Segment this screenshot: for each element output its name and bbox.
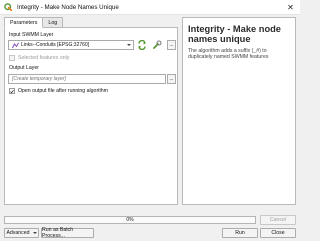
tab-parameters[interactable]: Parameters: [4, 17, 44, 28]
open-output-label: Open output file after running algorithm: [18, 88, 108, 94]
help-panel: Integrity - Make node names unique The a…: [182, 17, 296, 205]
advanced-button[interactable]: Advanced: [4, 228, 39, 238]
selected-only-label: Selected features only: [18, 55, 70, 61]
qgis-logo-icon: [4, 3, 12, 11]
close-icon[interactable]: ✕: [285, 2, 296, 13]
iterate-features-icon[interactable]: [136, 39, 147, 50]
progress-text: 0%: [126, 217, 134, 223]
wrench-icon[interactable]: [151, 39, 162, 50]
progress-bar: 0%: [4, 216, 256, 224]
checkmark-icon: [10, 89, 14, 93]
title-bar: Integrity - Make Node Names Unique ✕: [0, 0, 300, 15]
run-batch-button[interactable]: Run as Batch Process...: [41, 227, 94, 239]
advanced-label: Advanced: [6, 230, 30, 236]
cancel-button[interactable]: Cancel: [260, 215, 296, 225]
chevron-down-icon: [32, 232, 37, 234]
help-description: The algorithm adds a suffix (_#) to dupl…: [188, 48, 269, 61]
help-title: Integrity - Make node names unique: [188, 24, 281, 44]
input-layer-label: Input SWMM Layer: [9, 32, 54, 38]
selected-only-checkbox[interactable]: [9, 55, 15, 61]
input-layer-value: Links--Conduits [EPSG:32760]: [21, 42, 90, 48]
open-output-checkbox[interactable]: [9, 88, 15, 94]
output-layer-field[interactable]: [8, 74, 166, 84]
chevron-down-icon: [127, 44, 131, 46]
input-browse-button[interactable]: ...: [167, 40, 176, 50]
window-title: Integrity - Make Node Names Unique: [17, 3, 119, 11]
output-layer-label: Output Layer: [9, 65, 39, 71]
close-button[interactable]: Close: [260, 228, 296, 238]
line-layer-icon: [12, 42, 19, 49]
parameters-panel: Input SWMM Layer Links--Conduits [EPSG:3…: [4, 27, 178, 205]
input-layer-combo[interactable]: Links--Conduits [EPSG:32760]: [8, 40, 134, 50]
run-button[interactable]: Run: [222, 228, 258, 238]
output-browse-button[interactable]: ...: [167, 74, 176, 84]
